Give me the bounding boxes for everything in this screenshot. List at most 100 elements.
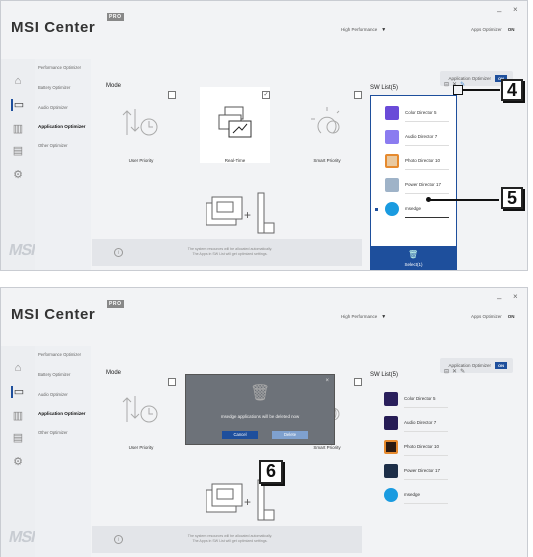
info-icon: i: [114, 248, 123, 257]
info-footer: i The system resources will be allocated…: [92, 526, 362, 553]
monitor-icon[interactable]: ▭: [11, 386, 25, 398]
color-director-icon: [385, 106, 399, 120]
screenshot-panel-1: MSI Center PRO High Performance ▼ Apps Opt…: [0, 0, 528, 271]
checkbox[interactable]: [168, 91, 176, 99]
home-icon[interactable]: ⌂: [11, 362, 25, 374]
sw-list: Color Director 5 Audio Director 7 Photo …: [370, 382, 457, 557]
menu-item-battery[interactable]: Battery Optimizer: [38, 85, 70, 90]
checkbox-checked[interactable]: ✓: [262, 91, 270, 99]
list-item[interactable]: Audio Director 7: [374, 412, 452, 434]
delete-icon[interactable]: ⊟: [444, 82, 452, 88]
icon-rail: ⌂ ▭ ▥ ▤ ⚙ MSI: [1, 346, 37, 557]
card-label: Smart Priority: [313, 158, 341, 163]
main-content: Application OptimizerON Mode User Priori…: [92, 346, 527, 557]
menu-item-performance[interactable]: Performance Optimizer: [38, 65, 81, 70]
remove-icon[interactable]: ✕: [452, 369, 460, 375]
gear-icon[interactable]: ⚙: [11, 456, 25, 468]
card-label: User Priority: [128, 158, 154, 163]
color-director-icon: [384, 392, 398, 406]
delete-button[interactable]: Delete: [272, 431, 308, 439]
home-icon[interactable]: ⌂: [11, 75, 25, 87]
audio-director-icon: [384, 416, 398, 430]
user-priority-icon: [122, 396, 158, 423]
checkbox[interactable]: [168, 378, 176, 386]
msi-watermark: MSI: [7, 529, 37, 546]
msedge-icon: [385, 202, 399, 216]
performance-mode-select[interactable]: High Performance ▼: [341, 314, 386, 320]
sw-list-title: SW List(5): [370, 372, 399, 378]
list-item-selected[interactable]: msedge: [375, 198, 453, 220]
list-item[interactable]: Color Director 5: [374, 388, 452, 410]
msi-watermark: MSI: [7, 242, 37, 259]
menu-item-application[interactable]: Application Optimizer: [38, 124, 85, 129]
card-label: User Priority: [128, 445, 154, 450]
close-button[interactable]: ×: [513, 292, 518, 301]
apps-optimizer-status: Apps Optimizer ON: [471, 314, 515, 319]
card-real-time[interactable]: ✓ Real-Time: [200, 87, 270, 163]
card-user-priority[interactable]: User Priority: [106, 374, 176, 450]
apps-plus-list-illustration: +: [206, 479, 275, 521]
list-item[interactable]: Photo Director 10: [375, 150, 453, 172]
dialog-message: msedge applications will be deleted now: [220, 414, 300, 419]
user-priority-icon: [122, 109, 158, 136]
menu-item-performance[interactable]: Performance Optimizer: [38, 352, 81, 357]
chart-icon[interactable]: ▥: [11, 410, 25, 422]
menu-item-other[interactable]: Other Optimizer: [38, 143, 68, 148]
smart-priority-icon: [311, 107, 340, 134]
briefcase-icon[interactable]: ▤: [11, 432, 25, 444]
info-footer: i The system resources will be allocated…: [92, 239, 362, 266]
list-item[interactable]: msedge: [374, 484, 452, 506]
checkbox[interactable]: [354, 378, 362, 386]
callout-line: [429, 199, 499, 201]
pro-badge: PRO: [107, 300, 124, 308]
card-label: Smart Priority: [313, 445, 341, 450]
sw-list: Color Director 5 Audio Director 7 Photo …: [370, 95, 457, 270]
briefcase-icon[interactable]: ▤: [11, 145, 25, 157]
app-logo: MSI Center PRO: [11, 13, 124, 36]
menu-item-audio[interactable]: Audio Optimizer: [38, 105, 68, 110]
photo-director-icon: [385, 154, 399, 168]
menu-item-battery[interactable]: Battery Optimizer: [38, 372, 70, 377]
callout-line: [462, 89, 500, 91]
gear-icon[interactable]: ⚙: [11, 169, 25, 181]
cancel-button[interactable]: Cancel: [222, 431, 258, 439]
dropdown-caret-icon: ▼: [381, 314, 387, 320]
footer-text: The system resources will be allocated a…: [187, 247, 273, 256]
callout-5: 5: [501, 187, 523, 209]
select-button[interactable]: 🗑 Select(1): [371, 246, 456, 270]
photo-director-icon: [384, 440, 398, 454]
msedge-icon: [384, 488, 398, 502]
app-logo: MSI Center PRO: [11, 300, 124, 323]
real-time-icon: [218, 106, 252, 138]
list-item[interactable]: Color Director 5: [375, 102, 453, 124]
checkbox[interactable]: [354, 91, 362, 99]
callout-4: 4: [501, 79, 523, 101]
minimize-button[interactable]: –: [497, 7, 501, 16]
card-label: Real-Time: [224, 158, 246, 163]
edit-icon[interactable]: ✎: [460, 369, 468, 375]
list-item[interactable]: Power Director 17: [374, 460, 452, 482]
menu-item-audio[interactable]: Audio Optimizer: [38, 392, 68, 397]
minimize-button[interactable]: –: [497, 294, 501, 303]
list-item[interactable]: Power Director 17: [375, 174, 453, 196]
card-smart-priority[interactable]: Smart Priority: [292, 87, 362, 163]
sw-list-actions: ⊟✕✎: [444, 368, 468, 375]
menu-item-other[interactable]: Other Optimizer: [38, 430, 68, 435]
monitor-icon[interactable]: ▭: [11, 99, 25, 111]
card-user-priority[interactable]: User Priority: [106, 87, 176, 163]
svg-text:+: +: [244, 208, 251, 222]
performance-mode-select[interactable]: High Performance ▼: [341, 27, 386, 33]
close-icon[interactable]: ×: [325, 378, 329, 384]
list-item[interactable]: Audio Director 7: [375, 126, 453, 148]
close-button[interactable]: ×: [513, 5, 518, 14]
delete-icon[interactable]: ⊟: [444, 369, 452, 375]
info-icon: i: [114, 535, 123, 544]
power-director-icon: [385, 178, 399, 192]
delete-confirm-dialog: × 🗑 msedge applications will be deleted …: [185, 374, 335, 445]
optimizer-menu: Performance Optimizer Battery Optimizer …: [35, 59, 91, 270]
apps-optimizer-status: Apps Optimizer ON: [471, 27, 515, 32]
menu-item-application[interactable]: Application Optimizer: [38, 411, 85, 416]
chart-icon[interactable]: ▥: [11, 123, 25, 135]
list-item[interactable]: Photo Director 10: [374, 436, 452, 458]
audio-director-icon: [385, 130, 399, 144]
